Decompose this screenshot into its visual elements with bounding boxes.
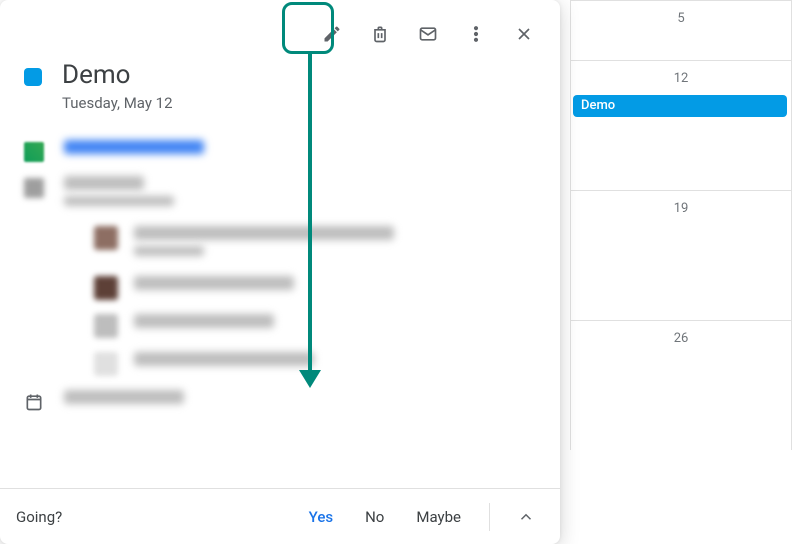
calendar-name-row — [24, 390, 536, 412]
rsvp-prompt: Going? — [16, 508, 62, 526]
delete-button[interactable] — [360, 14, 400, 54]
rsvp-maybe[interactable]: Maybe — [406, 502, 471, 532]
event-popup: Demo Tuesday, May 12 — [0, 0, 560, 544]
close-button[interactable] — [504, 14, 544, 54]
video-link-text — [64, 140, 204, 154]
avatar — [94, 276, 118, 300]
calendar-day-number: 26 — [674, 331, 689, 346]
event-title: Demo — [62, 60, 173, 90]
rsvp-yes[interactable]: Yes — [299, 502, 343, 532]
calendar-day-number: 5 — [677, 11, 684, 26]
guests-row — [24, 176, 536, 212]
guest-name — [134, 276, 294, 290]
guest-item[interactable] — [94, 314, 536, 338]
avatar — [94, 314, 118, 338]
email-guests-button[interactable] — [408, 14, 448, 54]
guest-item[interactable] — [94, 276, 536, 300]
calendar-day-number: 19 — [674, 201, 689, 216]
calendar-cell[interactable]: 5 — [570, 0, 792, 60]
options-button[interactable] — [456, 14, 496, 54]
calendar-event-label: Demo — [581, 98, 615, 113]
calendar-event-chip[interactable]: Demo — [573, 95, 787, 117]
chevron-up-icon — [517, 508, 535, 526]
close-icon — [514, 24, 534, 44]
rsvp-expand-button[interactable] — [508, 499, 544, 535]
calendar-cell[interactable]: 26 — [570, 320, 792, 450]
guest-summary-text — [64, 196, 174, 206]
avatar — [94, 226, 118, 250]
guest-item[interactable] — [94, 226, 536, 262]
edit-button[interactable] — [312, 14, 352, 54]
more-vert-icon — [466, 24, 486, 44]
separator — [489, 503, 490, 531]
video-call-row[interactable] — [24, 140, 536, 162]
event-color-dot — [24, 68, 42, 86]
guest-role — [134, 246, 204, 256]
calendar-day-number: 12 — [674, 71, 689, 86]
rsvp-bar: Going? Yes No Maybe — [0, 488, 560, 544]
calendar-grid: 5 12 Demo 19 26 — [570, 0, 792, 544]
guest-name — [134, 226, 394, 240]
guest-name — [134, 314, 274, 328]
rsvp-no[interactable]: No — [355, 502, 394, 532]
avatar — [94, 352, 118, 376]
calendar-icon — [24, 392, 44, 412]
mail-icon — [418, 24, 438, 44]
guest-item[interactable] — [94, 352, 536, 376]
pencil-icon — [322, 24, 342, 44]
guest-count-text — [64, 176, 144, 190]
trash-icon — [370, 24, 390, 44]
event-date: Tuesday, May 12 — [62, 94, 173, 112]
calendar-cell[interactable]: 19 — [570, 190, 792, 320]
guest-name — [134, 352, 314, 366]
calendar-cell[interactable]: 12 Demo — [570, 60, 792, 190]
video-icon — [24, 142, 44, 162]
calendar-name-text — [64, 390, 184, 404]
people-icon — [24, 178, 44, 198]
popup-toolbar — [24, 8, 544, 54]
